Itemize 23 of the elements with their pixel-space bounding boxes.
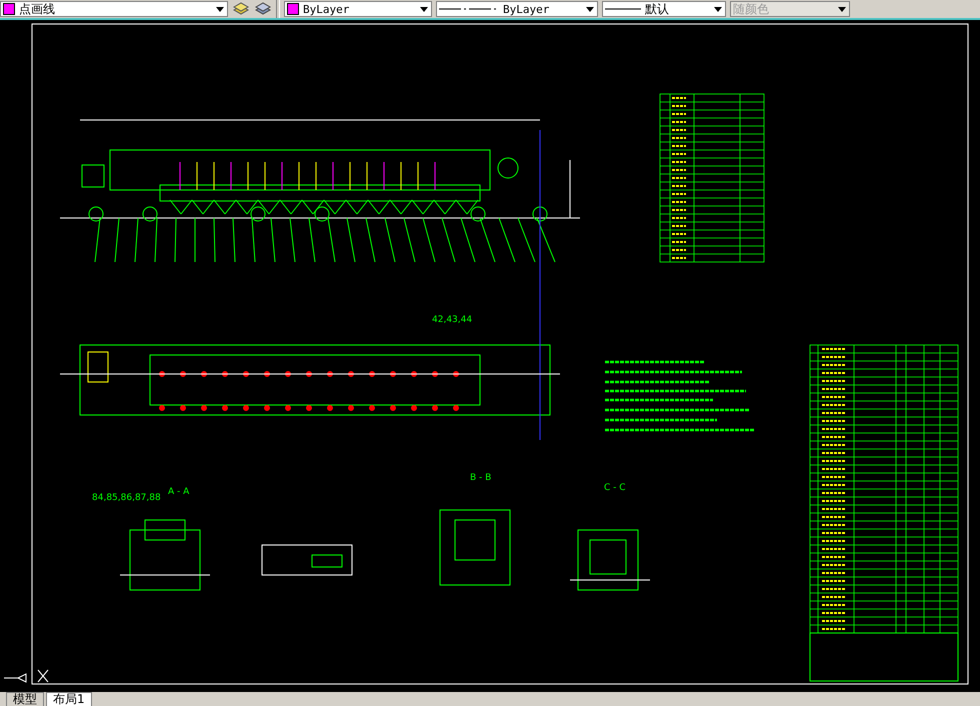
solid-line-icon — [605, 7, 641, 11]
section-label: B - B — [470, 473, 492, 483]
layers-icon[interactable] — [232, 1, 250, 17]
layer-dropdown[interactable]: 点画线 — [0, 1, 228, 17]
layers-icon[interactable] — [254, 1, 272, 17]
dropdown-caret-icon — [838, 6, 846, 12]
section-label: A - A — [168, 487, 190, 497]
layout-tab[interactable]: 模型 — [6, 692, 44, 706]
dropdown-caret-icon — [216, 6, 224, 12]
dropdown-caret-icon — [420, 6, 428, 12]
linetype-dropdown[interactable]: ByLayer — [436, 1, 598, 17]
dropdown-caret-icon — [714, 6, 722, 12]
section-label: 42,43,44 — [432, 315, 472, 325]
dash-dot-line-icon — [439, 7, 499, 11]
lineweight-dropdown[interactable]: 默认 — [602, 1, 726, 17]
color-swatch — [287, 3, 299, 15]
dropdown-caret-icon — [586, 6, 594, 12]
ucs-icon — [4, 670, 48, 683]
color-swatch — [3, 3, 15, 15]
color-dropdown[interactable]: ByLayer — [284, 1, 432, 17]
section-label: C - C — [604, 483, 626, 493]
layout-tab[interactable]: 布局1 — [46, 692, 92, 706]
section-label: 84,85,86,87,88 — [92, 493, 161, 503]
